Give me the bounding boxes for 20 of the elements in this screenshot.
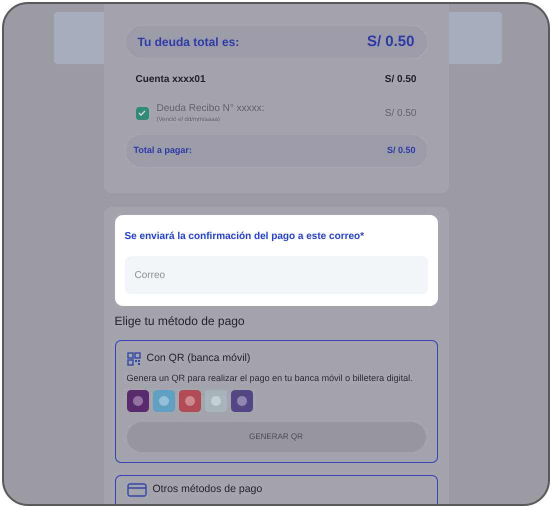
total-to-pay-amount: S/ 0.50 — [386, 144, 416, 158]
account-label: Cuenta xxxx01 — [136, 73, 206, 87]
receipt-title: Deuda Recibo N° xxxxx: — [156, 102, 266, 116]
method-title: Otros métodos de pago — [152, 482, 262, 497]
qr-method-card[interactable]: Con QR (banca móvil) Genera un QR para realizar el pago en tu banca móvil o billetera digital. GENERAR QR — [114, 340, 438, 463]
total-debt-amount: S/ 0.50 — [366, 32, 414, 52]
total-debt-label: Tu deuda total es: — [138, 34, 240, 51]
checkbox[interactable] — [136, 106, 148, 120]
qr-code-icon — [126, 352, 140, 366]
email-label: Se enviará la confirmación del pago a este correo* — [124, 230, 366, 244]
method-title: Con QR (banca móvil) — [146, 351, 250, 366]
account-amount: S/ 0.50 — [384, 73, 416, 87]
email-field[interactable]: Correo — [124, 256, 428, 294]
receipt-amount: S/ 0.50 — [384, 106, 416, 120]
card-icon — [126, 482, 146, 497]
method-description: Genera un QR para realizar el pago en tu banca móvil o billetera digital. — [126, 372, 414, 384]
check-icon — [138, 109, 146, 117]
other-method-card[interactable]: Otros métodos de pago — [114, 474, 438, 504]
total-to-pay-label: Total a pagar: — [134, 144, 192, 158]
payment-heading: Elige tu método de pago — [114, 313, 246, 330]
